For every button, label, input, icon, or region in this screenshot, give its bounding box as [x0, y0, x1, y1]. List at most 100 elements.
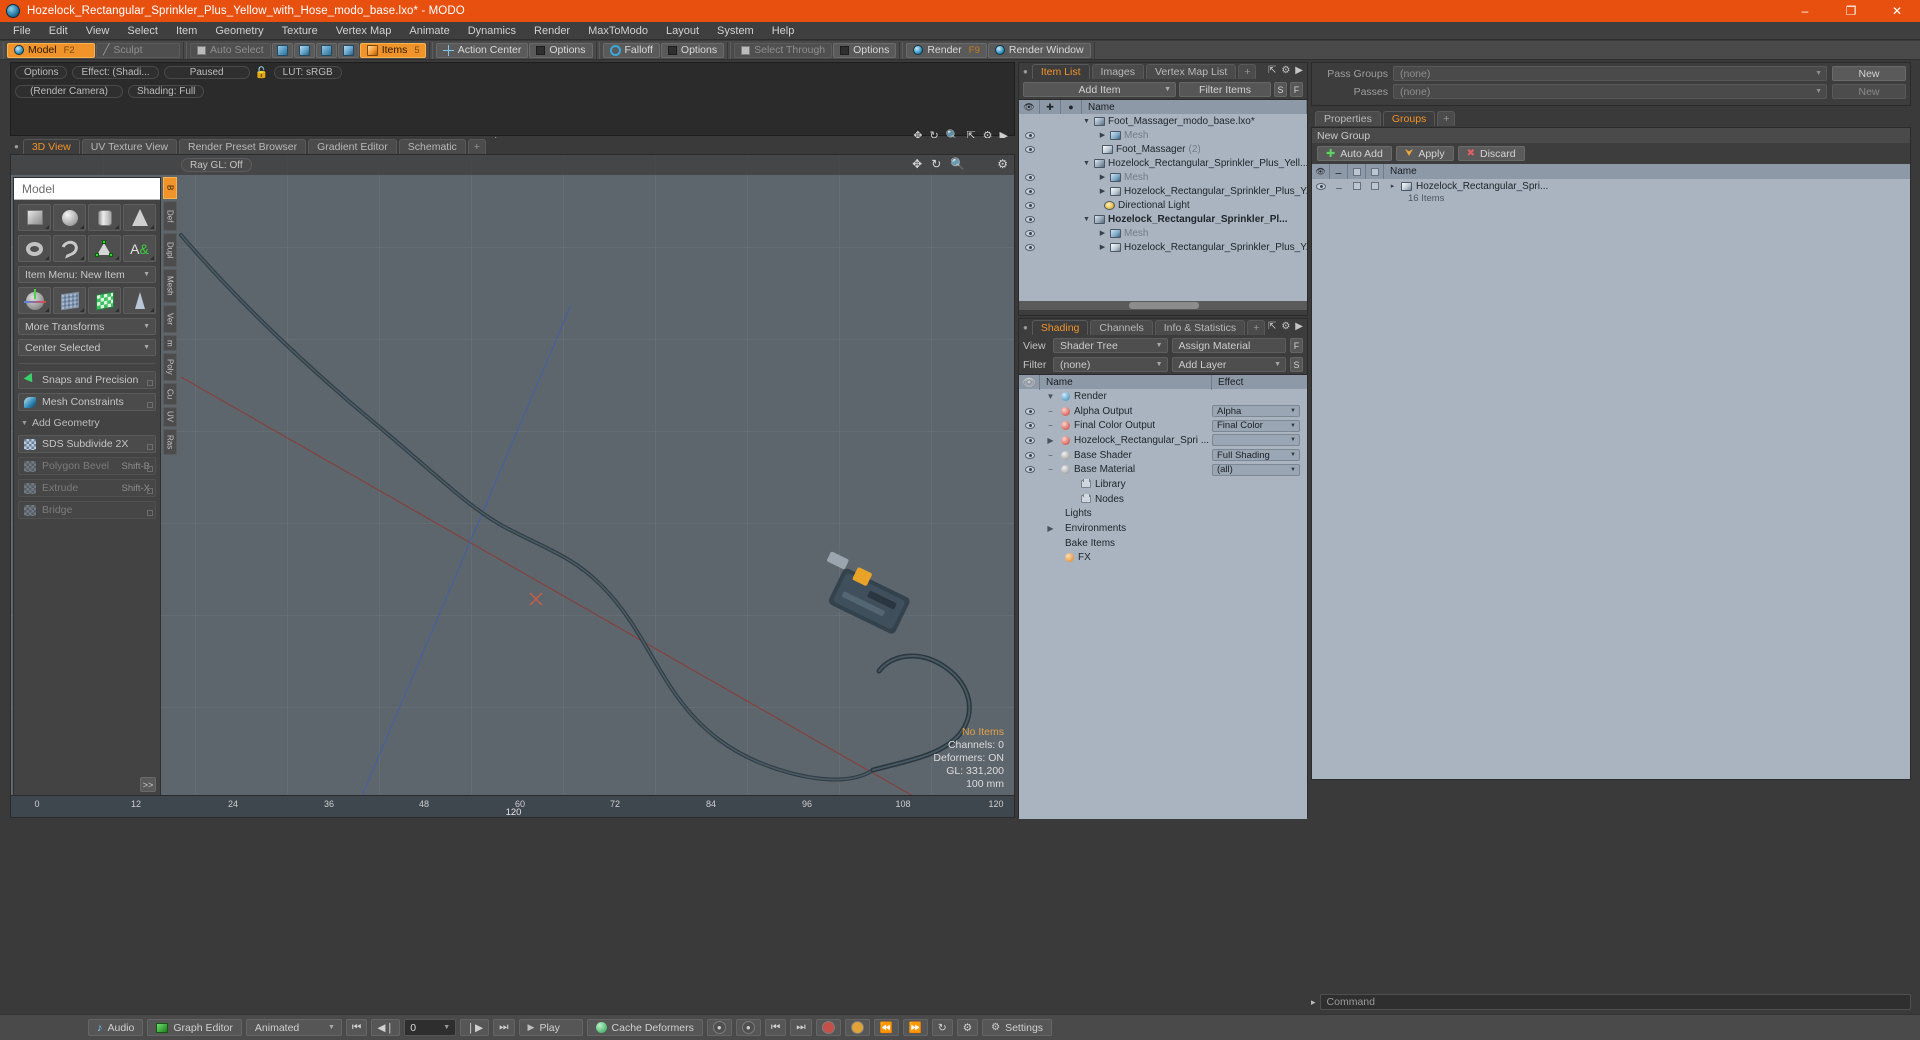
table-row[interactable]: ▶ Mesh [1019, 226, 1307, 240]
tube-tool[interactable] [53, 235, 86, 262]
apply-button[interactable]: ⮟ Apply [1395, 146, 1454, 161]
transport-extra-3[interactable]: ⏮ [764, 1019, 787, 1036]
twisty-icon[interactable]: ▼ [1082, 160, 1091, 167]
menu-file[interactable]: File [4, 23, 40, 39]
close-button[interactable]: ✕ [1874, 0, 1920, 22]
transport-extra-10[interactable]: ⚙ [956, 1019, 979, 1036]
twisty-icon[interactable]: ▶ [1098, 187, 1107, 195]
new-pass-group-button[interactable]: New [1832, 66, 1906, 81]
menu-item[interactable]: Item [167, 23, 206, 39]
mode-strip-item-uv[interactable]: UV [163, 407, 177, 427]
extrude-button[interactable]: Extrude Shift-X [18, 479, 156, 497]
mode-strip-item-b[interactable]: B [163, 177, 177, 199]
list-item[interactable]: Bake Items [1019, 536, 1307, 551]
falloff-button[interactable]: Falloff [602, 42, 660, 58]
twisty-icon[interactable]: − [1040, 421, 1061, 430]
menu-view[interactable]: View [77, 23, 119, 39]
menu-system[interactable]: System [708, 23, 763, 39]
menu-help[interactable]: Help [763, 23, 804, 39]
maximize-button[interactable]: ❐ [1828, 0, 1874, 22]
table-row[interactable]: ▼ Hozelock_Rectangular_Sprinkler_Plus_Ye… [1019, 156, 1307, 170]
transport-extra-1[interactable]: ● [706, 1019, 732, 1036]
mode-strip-item-ras[interactable]: Ras [163, 429, 177, 455]
table-row[interactable]: ▶ Hozelock_Rectangular_Sprinkler_Plus_Y.… [1019, 184, 1307, 198]
action-center-options-button[interactable]: Options [529, 42, 593, 58]
tab-shading[interactable]: Shading [1031, 320, 1089, 335]
row-visibility[interactable] [1019, 422, 1040, 430]
model-mode-button[interactable]: Model F2 [7, 42, 95, 58]
tab-add[interactable]: + [467, 139, 486, 154]
twisty-icon[interactable]: ▶ [1098, 243, 1107, 251]
select-through-options-button[interactable]: Options [833, 42, 897, 58]
col-group-visibility[interactable]: 👁 [1312, 164, 1330, 179]
twisty-icon[interactable]: ▶ [1098, 229, 1107, 237]
col-lock-icon[interactable]: ✚ [1040, 99, 1061, 115]
twisty-icon[interactable]: − [1040, 407, 1061, 416]
fit-icon[interactable]: ⇱ [1268, 65, 1276, 76]
list-item[interactable]: Library [1019, 477, 1307, 492]
twisty-icon[interactable]: ▼ [1082, 118, 1091, 125]
center-selected-dropdown[interactable]: Center Selected [18, 339, 156, 356]
render-shading-button[interactable]: Shading: Full [128, 85, 205, 98]
auto-add-button[interactable]: ✚ Auto Add [1317, 146, 1392, 161]
twisty-icon[interactable]: ▶ [1040, 524, 1061, 533]
cylinder-tool[interactable] [88, 204, 121, 231]
torus-tool[interactable] [18, 235, 51, 262]
shear-tool[interactable] [88, 287, 121, 314]
item-list-s-button[interactable]: S [1274, 82, 1287, 97]
shading-s-button[interactable]: S [1290, 357, 1303, 372]
polygon-tool[interactable] [88, 235, 121, 262]
menu-render[interactable]: Render [525, 23, 579, 39]
twisty-icon[interactable]: − [1040, 451, 1061, 460]
next-frame-button[interactable]: ❘▶ [460, 1019, 490, 1036]
row-check-a[interactable] [1348, 182, 1366, 190]
mode-strip-item-dupl[interactable]: Dupl [163, 233, 177, 267]
menu-maxtomodo[interactable]: MaxToModo [579, 23, 657, 39]
tab-vertex-map-list[interactable]: Vertex Map List [1145, 64, 1237, 79]
mode-strip-item-m[interactable]: m [163, 335, 177, 351]
list-item[interactable]: − Alpha Output Alpha [1019, 404, 1307, 419]
item-list-f-button[interactable]: F [1290, 82, 1303, 97]
menu-layout[interactable]: Layout [657, 23, 708, 39]
action-center-button[interactable]: Action Center [435, 42, 529, 58]
row-visibility[interactable] [1019, 145, 1040, 153]
spinner-icon[interactable]: ▼ [443, 1024, 450, 1031]
tab-uv-texture-view[interactable]: UV Texture View [81, 139, 177, 154]
row-visibility[interactable] [1019, 407, 1040, 415]
gear-icon[interactable]: ⚙ [1281, 321, 1290, 332]
animated-dropdown[interactable]: Animated ▼ [245, 1019, 342, 1036]
arrow-icon[interactable]: ▶ [1295, 65, 1303, 76]
effect-dropdown[interactable]: Final Color [1212, 419, 1300, 432]
col-shading-name[interactable]: Name [1040, 374, 1212, 390]
filter-items-button[interactable]: Filter Items [1179, 82, 1271, 97]
taper-tool[interactable] [123, 287, 156, 314]
row-visibility[interactable] [1019, 187, 1040, 195]
table-row[interactable]: Foot_Massager (2) [1019, 142, 1307, 156]
table-row[interactable]: ▼ Hozelock_Rectangular_Sprinkler_Pl... [1019, 212, 1307, 226]
row-visibility[interactable] [1019, 243, 1040, 251]
pan-icon[interactable]: ✥ [912, 157, 922, 171]
bend-tool[interactable] [53, 287, 86, 314]
add-layer-dropdown[interactable]: Add Layer [1171, 357, 1286, 372]
render-lut-button[interactable]: LUT: sRGB [273, 66, 342, 79]
cone-tool[interactable] [123, 204, 156, 231]
ray-gl-button[interactable]: Ray GL: Off [181, 158, 252, 172]
polygon-bevel-button[interactable]: Polygon Bevel Shift-B [18, 457, 156, 475]
render-window-button[interactable]: Render Window [987, 42, 1091, 58]
table-row[interactable]: Directional Light [1019, 198, 1307, 212]
menu-texture[interactable]: Texture [273, 23, 327, 39]
menu-edit[interactable]: Edit [40, 23, 77, 39]
twisty-icon[interactable]: ▶ [1040, 436, 1061, 445]
menu-vertex-map[interactable]: Vertex Map [327, 23, 401, 39]
row-visibility[interactable] [1019, 173, 1040, 181]
sphere-tool[interactable] [53, 204, 86, 231]
list-item[interactable]: ▼ Render [1019, 389, 1307, 404]
play-button[interactable]: ▶ Play [518, 1019, 583, 1036]
effect-dropdown[interactable] [1212, 434, 1300, 447]
command-input[interactable]: Command [1319, 994, 1911, 1010]
cache-deformers-button[interactable]: Cache Deformers [586, 1019, 703, 1036]
item-list-body[interactable]: ▼ Foot_Massager_modo_base.lxo* ▶ Mesh Fo… [1019, 114, 1307, 310]
list-item[interactable]: − Base Material (all) [1019, 462, 1307, 477]
mode-strip-item-def[interactable]: Def [163, 201, 177, 231]
tab-schematic[interactable]: Schematic [398, 139, 466, 154]
